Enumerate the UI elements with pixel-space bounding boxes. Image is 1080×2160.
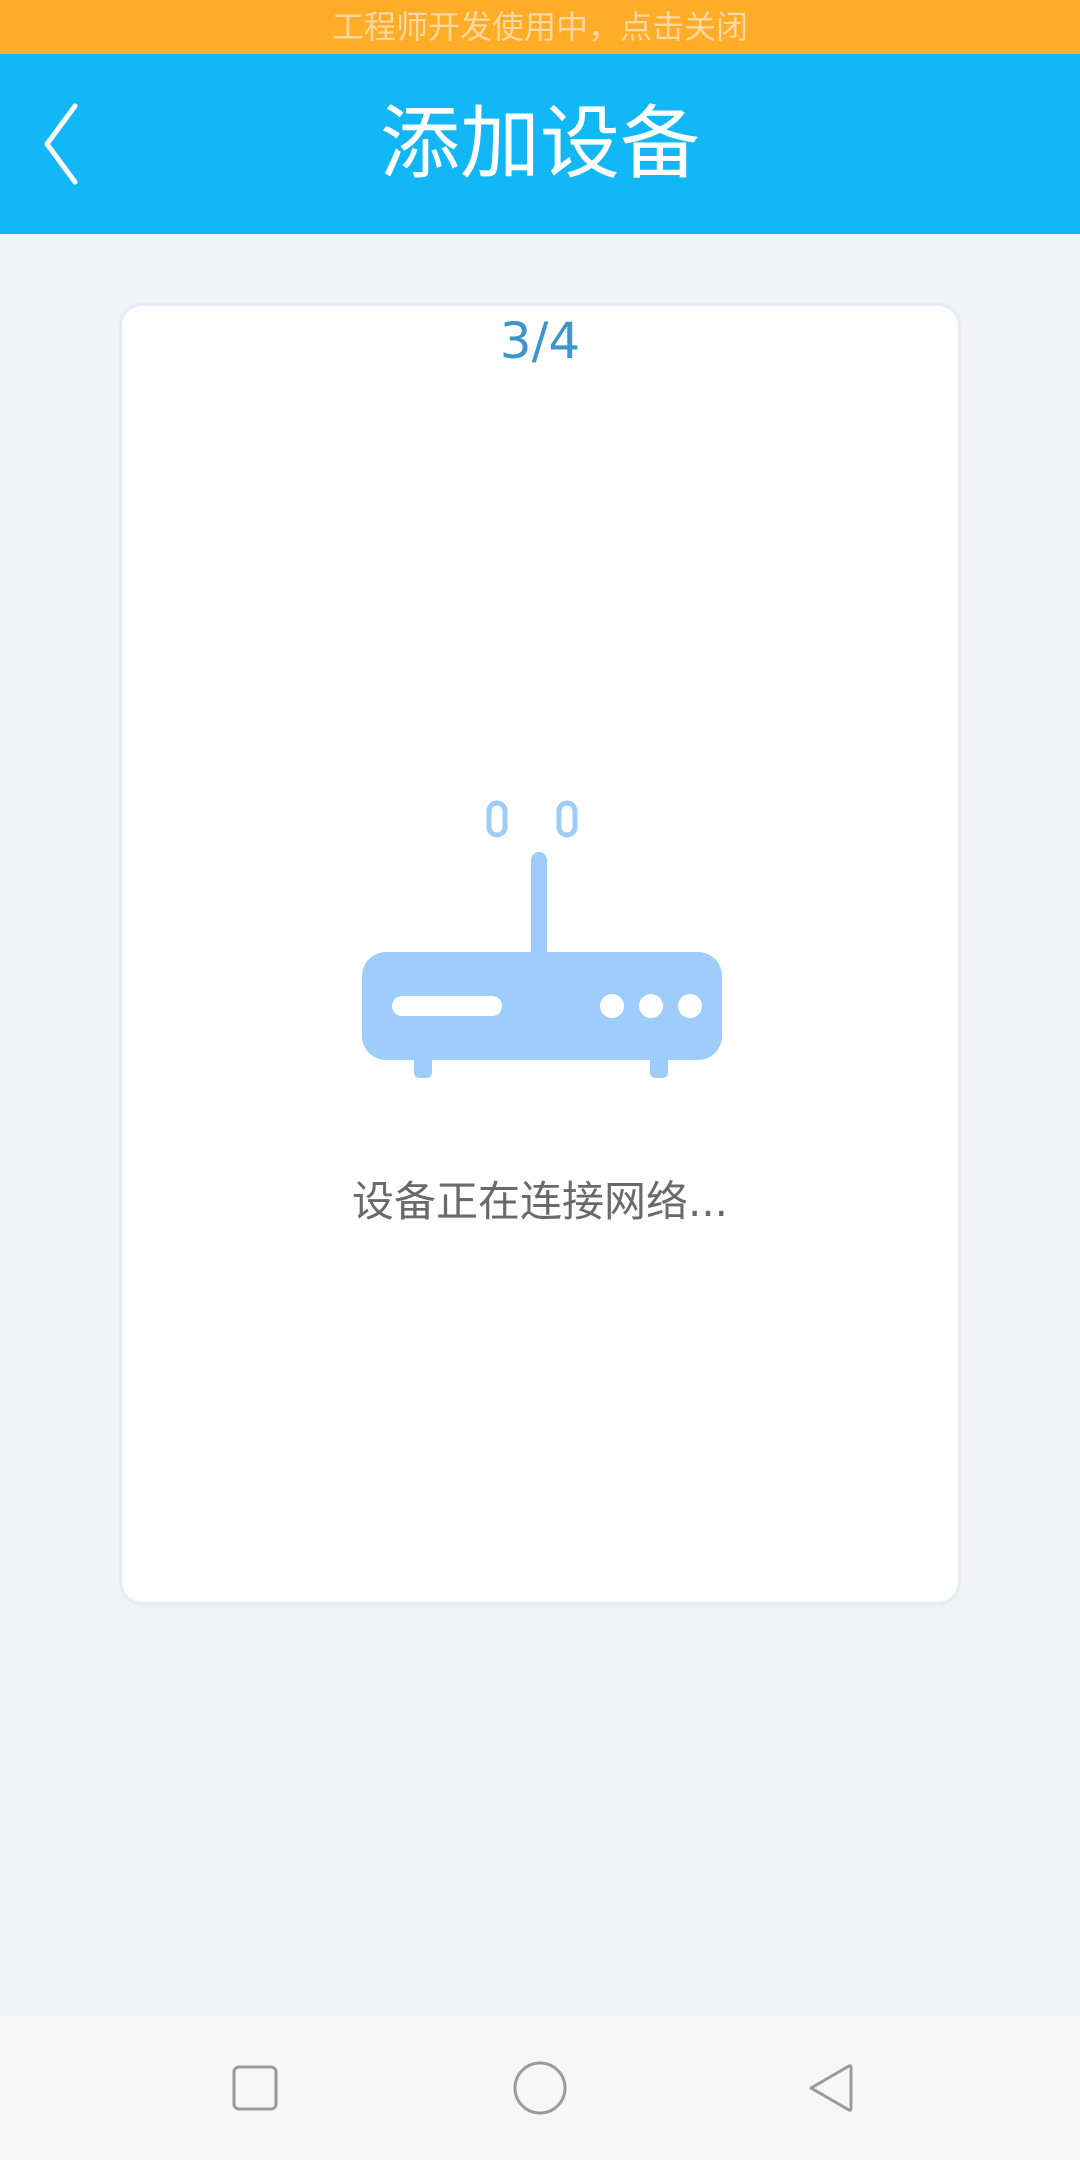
- developer-mode-banner[interactable]: 工程师开发使用中，点击关闭: [0, 0, 1080, 54]
- triangle-back-icon: [809, 2064, 853, 2112]
- circle-icon: [513, 2061, 567, 2115]
- square-icon: [232, 2065, 278, 2111]
- router-foot-right: [650, 1054, 668, 1078]
- page-title: 添加设备: [380, 97, 700, 190]
- home-button[interactable]: [480, 2016, 600, 2160]
- router-foot-left: [414, 1054, 432, 1078]
- router-display-slot: [392, 996, 502, 1016]
- step-indicator: 3/4: [499, 312, 581, 370]
- router-light-2: [639, 994, 663, 1018]
- router-antenna: [531, 852, 547, 962]
- system-navigation-bar: [0, 2016, 1080, 2160]
- router-icon: [362, 800, 722, 1078]
- router-light-1: [600, 994, 624, 1018]
- recent-apps-button[interactable]: [195, 2016, 315, 2160]
- system-back-button[interactable]: [770, 2016, 890, 2160]
- signal-mark-left: [486, 800, 508, 838]
- setup-step-card: 3/4 设备正在连接网络...: [122, 306, 958, 1602]
- connection-status-text: 设备正在连接网络...: [351, 1177, 729, 1226]
- add-device-screen: 工程师开发使用中，点击关闭 添加设备 3/4 设备正在连接网络...: [0, 0, 1080, 2160]
- router-light-3: [678, 994, 702, 1018]
- developer-mode-banner-text: 工程师开发使用中，点击关闭: [331, 8, 748, 46]
- app-bar: 添加设备: [0, 54, 1080, 234]
- signal-mark-right: [556, 800, 578, 838]
